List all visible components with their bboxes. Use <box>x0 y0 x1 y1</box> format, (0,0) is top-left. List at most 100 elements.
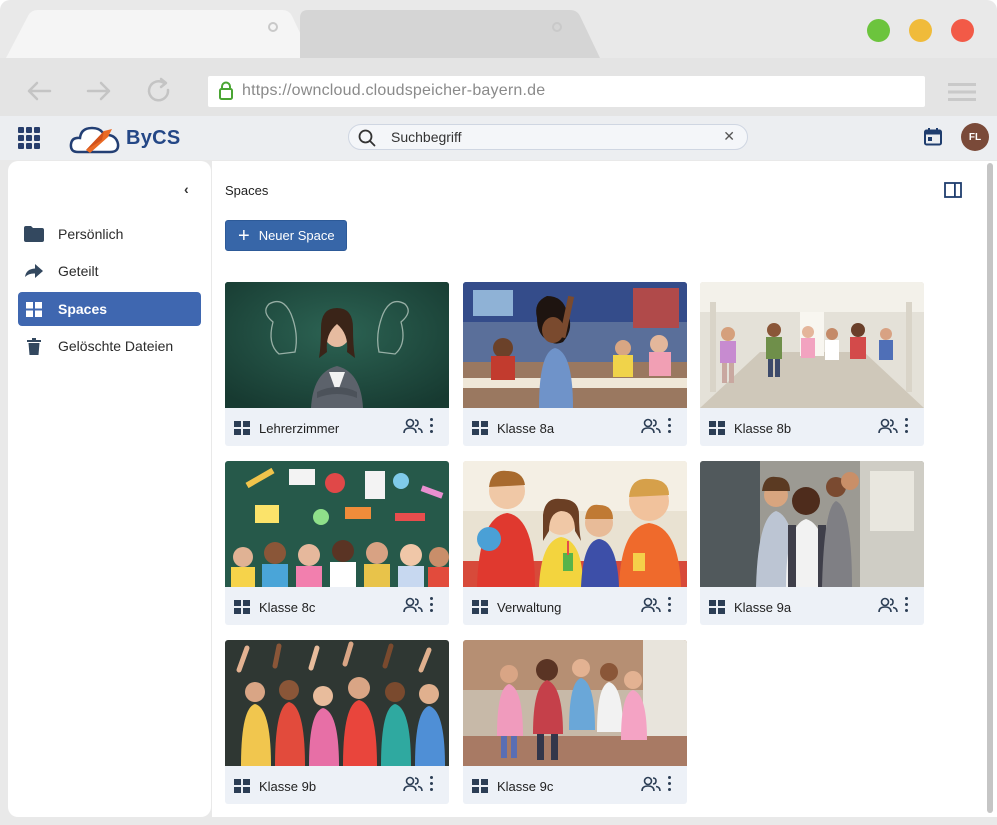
sidebar: ‹ Persönlich Geteilt Spaces Gelöschte Da… <box>8 161 211 817</box>
members-icon[interactable] <box>878 418 898 434</box>
space-card-klasse-9b[interactable]: Klasse 9b <box>225 640 449 804</box>
share-icon <box>24 264 44 278</box>
url-text: https://owncloud.cloudspeicher-bayern.de <box>242 82 546 99</box>
tab-close-icon[interactable] <box>552 22 562 32</box>
space-image[interactable] <box>463 640 687 766</box>
search-value: Suchbegriff <box>391 129 462 145</box>
tab-shape <box>300 10 600 58</box>
window-zoom-button[interactable] <box>867 19 890 42</box>
space-name[interactable]: Klasse 9c <box>497 779 553 794</box>
cloud-logo-icon <box>69 126 120 154</box>
space-card-footer: Klasse 9a <box>700 587 924 625</box>
space-name[interactable]: Klasse 8c <box>259 600 315 615</box>
space-card-footer: Klasse 8b <box>700 408 924 446</box>
new-space-button[interactable]: + Neuer Space <box>225 220 347 251</box>
more-options-icon[interactable] <box>668 597 672 613</box>
space-card-footer: Lehrerzimmer <box>225 408 449 446</box>
space-card-klasse-8c[interactable]: Klasse 8c <box>225 461 449 625</box>
more-options-icon[interactable] <box>905 597 909 613</box>
space-card-klasse-8b[interactable]: Klasse 8b <box>700 282 924 446</box>
more-options-icon[interactable] <box>668 776 672 792</box>
main-scrollbar[interactable] <box>984 161 997 817</box>
members-icon[interactable] <box>641 418 661 434</box>
space-name[interactable]: Verwaltung <box>497 600 561 615</box>
clear-search-icon[interactable]: ✕ <box>723 128 735 145</box>
tab-close-icon[interactable] <box>268 22 278 32</box>
sidebar-item-deleted-files[interactable]: Gelöschte Dateien <box>18 329 201 363</box>
members-icon[interactable] <box>641 776 661 792</box>
space-image[interactable] <box>225 461 449 587</box>
space-grid-icon <box>472 779 488 793</box>
space-name[interactable]: Klasse 9b <box>259 779 316 794</box>
app-switcher-icon[interactable] <box>18 127 40 149</box>
search-input[interactable]: Suchbegriff ✕ <box>348 124 748 150</box>
window-close-button[interactable] <box>951 19 974 42</box>
space-card-footer: Klasse 9b <box>225 766 449 804</box>
new-space-label: Neuer Space <box>258 228 335 243</box>
space-image[interactable] <box>463 282 687 408</box>
reload-icon[interactable] <box>144 76 174 106</box>
space-image[interactable] <box>225 640 449 766</box>
members-icon[interactable] <box>403 418 423 434</box>
logo-text: ByCS <box>126 126 181 149</box>
lock-icon <box>219 81 233 100</box>
window-minimize-button[interactable] <box>909 19 932 42</box>
back-arrow-icon[interactable] <box>24 76 54 106</box>
space-name[interactable]: Lehrerzimmer <box>259 421 339 436</box>
space-image[interactable] <box>225 282 449 408</box>
sidebar-item-label: Persönlich <box>58 226 124 242</box>
forward-arrow-icon[interactable] <box>84 76 114 106</box>
more-options-icon[interactable] <box>430 597 434 613</box>
space-name[interactable]: Klasse 8a <box>497 421 554 436</box>
sidebar-item-personal[interactable]: Persönlich <box>18 217 201 251</box>
space-grid-icon <box>709 600 725 614</box>
sidebar-item-label: Gelöschte Dateien <box>58 338 174 354</box>
browser-tab-2[interactable] <box>300 10 600 58</box>
space-image[interactable] <box>700 461 924 587</box>
plus-icon: + <box>238 224 250 247</box>
space-card-footer: Verwaltung <box>463 587 687 625</box>
space-image[interactable] <box>463 461 687 587</box>
more-options-icon[interactable] <box>430 418 434 434</box>
space-card-klasse-9a[interactable]: Klasse 9a <box>700 461 924 625</box>
collapse-sidebar-icon[interactable]: ‹ <box>184 181 189 197</box>
space-grid-icon <box>234 421 250 435</box>
members-icon[interactable] <box>878 597 898 613</box>
members-icon[interactable] <box>641 597 661 613</box>
page-title: Spaces <box>225 183 269 198</box>
more-options-icon[interactable] <box>430 776 434 792</box>
space-card-klasse-8a[interactable]: Klasse 8a <box>463 282 687 446</box>
space-grid-icon <box>472 600 488 614</box>
sidebar-item-label: Spaces <box>58 301 108 317</box>
browser-tab-1[interactable] <box>6 10 312 58</box>
scrollbar-thumb[interactable] <box>987 163 993 813</box>
browser-window: https://owncloud.cloudspeicher-bayern.de… <box>0 0 997 825</box>
members-icon[interactable] <box>403 597 423 613</box>
space-grid-icon <box>234 779 250 793</box>
main-content: Spaces + Neuer Space Lehrerzimmer Klasse… <box>212 161 984 817</box>
toggle-sidebar-panel-icon[interactable] <box>944 182 962 198</box>
sidebar-item-spaces[interactable]: Spaces <box>18 292 201 326</box>
user-avatar[interactable]: FL <box>961 123 989 151</box>
space-grid-icon <box>709 421 725 435</box>
calendar-icon[interactable] <box>923 127 943 147</box>
more-options-icon[interactable] <box>668 418 672 434</box>
space-image[interactable] <box>700 282 924 408</box>
bycs-logo[interactable]: ByCS <box>68 118 181 158</box>
members-icon[interactable] <box>403 776 423 792</box>
space-name[interactable]: Klasse 9a <box>734 600 791 615</box>
browser-menu-icon[interactable] <box>948 82 976 102</box>
tab-shape <box>6 10 312 58</box>
search-icon <box>358 129 376 147</box>
sidebar-item-shared[interactable]: Geteilt <box>18 254 201 288</box>
space-card-verwaltung[interactable]: Verwaltung <box>463 461 687 625</box>
address-bar[interactable]: https://owncloud.cloudspeicher-bayern.de <box>208 76 925 107</box>
sidebar-item-label: Geteilt <box>58 263 99 279</box>
folder-icon <box>24 226 44 242</box>
space-name[interactable]: Klasse 8b <box>734 421 791 436</box>
grid-icon <box>24 301 44 317</box>
trash-icon <box>24 337 44 355</box>
space-card-klasse-9c[interactable]: Klasse 9c <box>463 640 687 804</box>
space-card-lehrerzimmer[interactable]: Lehrerzimmer <box>225 282 449 446</box>
more-options-icon[interactable] <box>905 418 909 434</box>
